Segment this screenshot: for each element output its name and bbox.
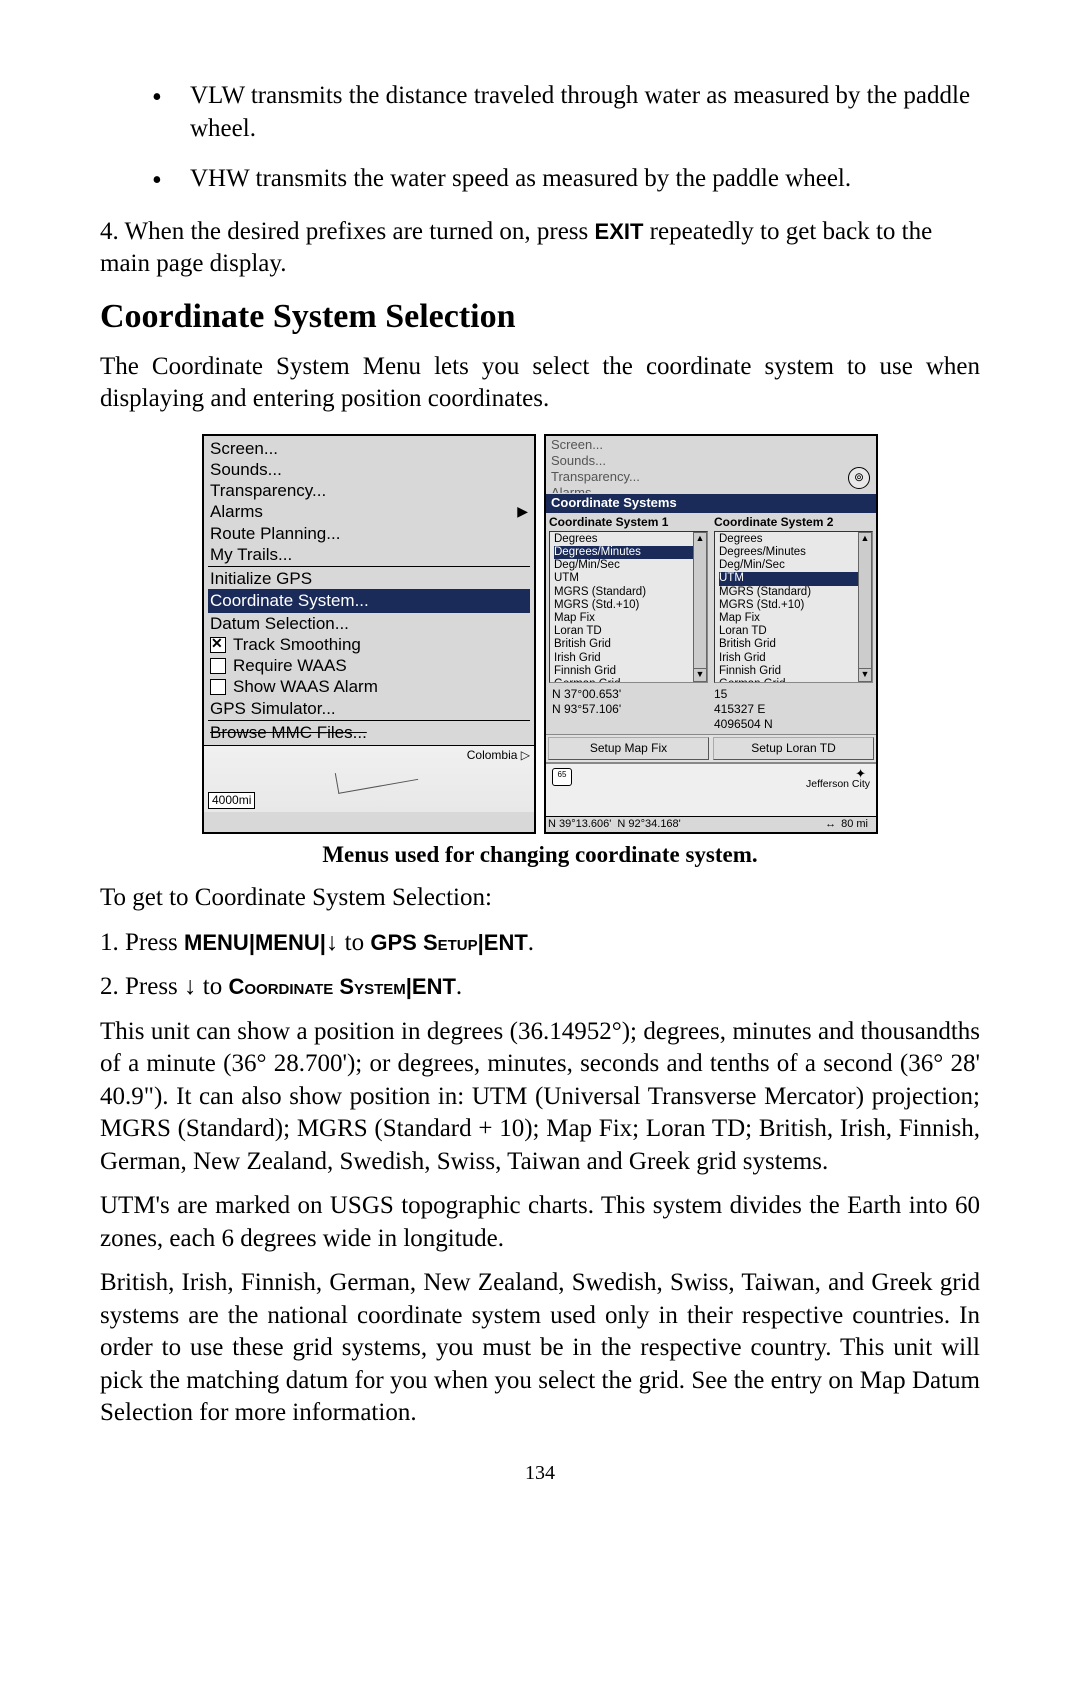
map-label-colombia: Colombia ▷ [467, 748, 530, 763]
list-item[interactable]: MGRS (Std.+10) [554, 599, 693, 612]
figure-row: Screen... Sounds... Transparency... Alar… [100, 434, 980, 835]
list-item[interactable]: MGRS (Std.+10) [719, 599, 858, 612]
list-item[interactable]: Loran TD [719, 625, 858, 638]
checkbox-icon[interactable] [210, 679, 226, 695]
map-scale: 4000mi [208, 792, 255, 809]
list-item[interactable]: Irish Grid [554, 652, 693, 665]
key-gps-setup: GPS Setup [370, 930, 477, 955]
setup-map-fix-button[interactable]: Setup Map Fix [548, 737, 709, 760]
map-preview: Colombia ▷ 4000mi [204, 745, 534, 812]
faded-menu: Screen... Sounds... Transparency... Alar… [546, 436, 876, 495]
coordinate-systems-header: Coordinate Systems [546, 494, 876, 512]
menu-item-show-waas-alarm[interactable]: Show WAAS Alarm [208, 676, 530, 697]
bullet-list: VLW transmits the distance traveled thro… [100, 80, 980, 196]
scroll-up-icon[interactable]: ▲ [693, 532, 707, 546]
bullet-item: VLW transmits the distance traveled thro… [100, 80, 980, 145]
menu-item-track-smoothing[interactable]: Track Smoothing [208, 634, 530, 655]
list-item[interactable]: Map Fix [719, 612, 858, 625]
section-heading: Coordinate System Selection [100, 295, 980, 339]
city-label: Jefferson City [806, 778, 870, 791]
scroll-down-icon[interactable]: ▼ [693, 668, 707, 682]
map-preview: 65 ✦ Jefferson City [546, 763, 876, 816]
pan-icon: ↔ [825, 818, 835, 832]
menu-item-gps-simulator[interactable]: GPS Simulator... [208, 698, 530, 719]
key-menu: MENU [184, 930, 249, 955]
satellite-icon: ⊚ [848, 467, 870, 489]
list-item[interactable]: British Grid [554, 638, 693, 651]
device-screenshot-right: Screen... Sounds... Transparency... Alar… [544, 434, 878, 835]
menu-item-coordinate-system[interactable]: Coordinate System... [208, 589, 530, 612]
menu-item-route-planning[interactable]: Route Planning... [208, 523, 530, 544]
step-4-text: 4. When the desired prefixes are turned … [100, 216, 980, 281]
list-item[interactable]: Loran TD [554, 625, 693, 638]
device-screenshot-left: Screen... Sounds... Transparency... Alar… [202, 434, 536, 835]
key-coordinate-system: Coordinate System [229, 974, 406, 999]
menu-item-browse-mmc[interactable]: Browse MMC Files... [208, 722, 530, 743]
list-item[interactable]: German Grid [719, 678, 858, 683]
menu-item-screen[interactable]: Screen... [208, 438, 530, 459]
list-item[interactable]: UTM [719, 572, 858, 585]
list-item[interactable]: Degrees [719, 533, 858, 546]
list-item[interactable]: MGRS (Standard) [554, 586, 693, 599]
highway-shield-icon: 65 [552, 768, 572, 786]
bullet-item: VHW transmits the water speed as measure… [100, 163, 980, 196]
list-item[interactable]: British Grid [719, 638, 858, 651]
key-menu: MENU [255, 930, 320, 955]
key-ent: ENT [484, 930, 528, 955]
submenu-arrow-icon: ▶ [517, 503, 528, 521]
menu-item-initialize-gps[interactable]: Initialize GPS [208, 568, 530, 589]
list-item[interactable]: German Grid [554, 678, 693, 683]
menu-item-my-trails[interactable]: My Trails... [208, 544, 530, 565]
figure-caption: Menus used for changing coordinate syste… [100, 840, 980, 870]
step-2: 2. Press ↓ to Coordinate System|ENT. [100, 971, 980, 1004]
menu-item-sounds[interactable]: Sounds... [208, 459, 530, 480]
checkbox-icon[interactable] [210, 658, 226, 674]
list-item[interactable]: Degrees/Minutes [719, 546, 858, 559]
scroll-down-icon[interactable]: ▼ [858, 668, 872, 682]
list-item[interactable]: Finnish Grid [719, 665, 858, 678]
to-get-text: To get to Coordinate System Selection: [100, 882, 980, 915]
status-bar: N 39°13.606' N 92°34.168' ↔ 80 mi [546, 816, 876, 833]
step-1: 1. Press MENU|MENU|↓ to GPS Setup|ENT. [100, 927, 980, 960]
menu-item-datum-selection[interactable]: Datum Selection... [208, 613, 530, 634]
list-item[interactable]: Deg/Min/Sec [719, 559, 858, 572]
menu-item-require-waas[interactable]: Require WAAS [208, 655, 530, 676]
key-ent: ENT [412, 974, 456, 999]
list-item[interactable]: Map Fix [554, 612, 693, 625]
intro-paragraph: The Coordinate System Menu lets you sele… [100, 351, 980, 416]
list-item[interactable]: Deg/Min/Sec [554, 559, 693, 572]
body-paragraph: This unit can show a position in degrees… [100, 1016, 980, 1179]
coordinate-system-2-list[interactable]: ▲ ▼ Degrees Degrees/Minutes Deg/Min/Sec … [714, 531, 873, 683]
body-paragraph: UTM's are marked on USGS topographic cha… [100, 1190, 980, 1255]
list-item[interactable]: Finnish Grid [554, 665, 693, 678]
coordinate-readout: N 37°00.653' 15 N 93°57.106' 415327 E 40… [546, 685, 876, 734]
page-number: 134 [100, 1460, 980, 1486]
col2-title: Coordinate System 2 [714, 515, 873, 530]
list-item[interactable]: MGRS (Standard) [719, 586, 858, 599]
setup-loran-td-button[interactable]: Setup Loran TD [713, 737, 874, 760]
coordinate-system-1-list[interactable]: ▲ ▼ Degrees Degrees/Minutes Deg/Min/Sec … [549, 531, 708, 683]
list-item[interactable]: Degrees/Minutes [554, 546, 693, 559]
menu-item-transparency[interactable]: Transparency... [208, 480, 530, 501]
list-item[interactable]: UTM [554, 572, 693, 585]
list-item[interactable]: Degrees [554, 533, 693, 546]
col1-title: Coordinate System 1 [549, 515, 708, 530]
checkbox-icon[interactable] [210, 637, 226, 653]
menu-item-alarms[interactable]: Alarms▶ [208, 501, 530, 522]
body-paragraph: British, Irish, Finnish, German, New Zea… [100, 1267, 980, 1430]
text: 4. When the desired prefixes are turned … [100, 218, 595, 245]
scroll-up-icon[interactable]: ▲ [858, 532, 872, 546]
key-exit: EXIT [595, 219, 644, 244]
list-item[interactable]: Irish Grid [719, 652, 858, 665]
